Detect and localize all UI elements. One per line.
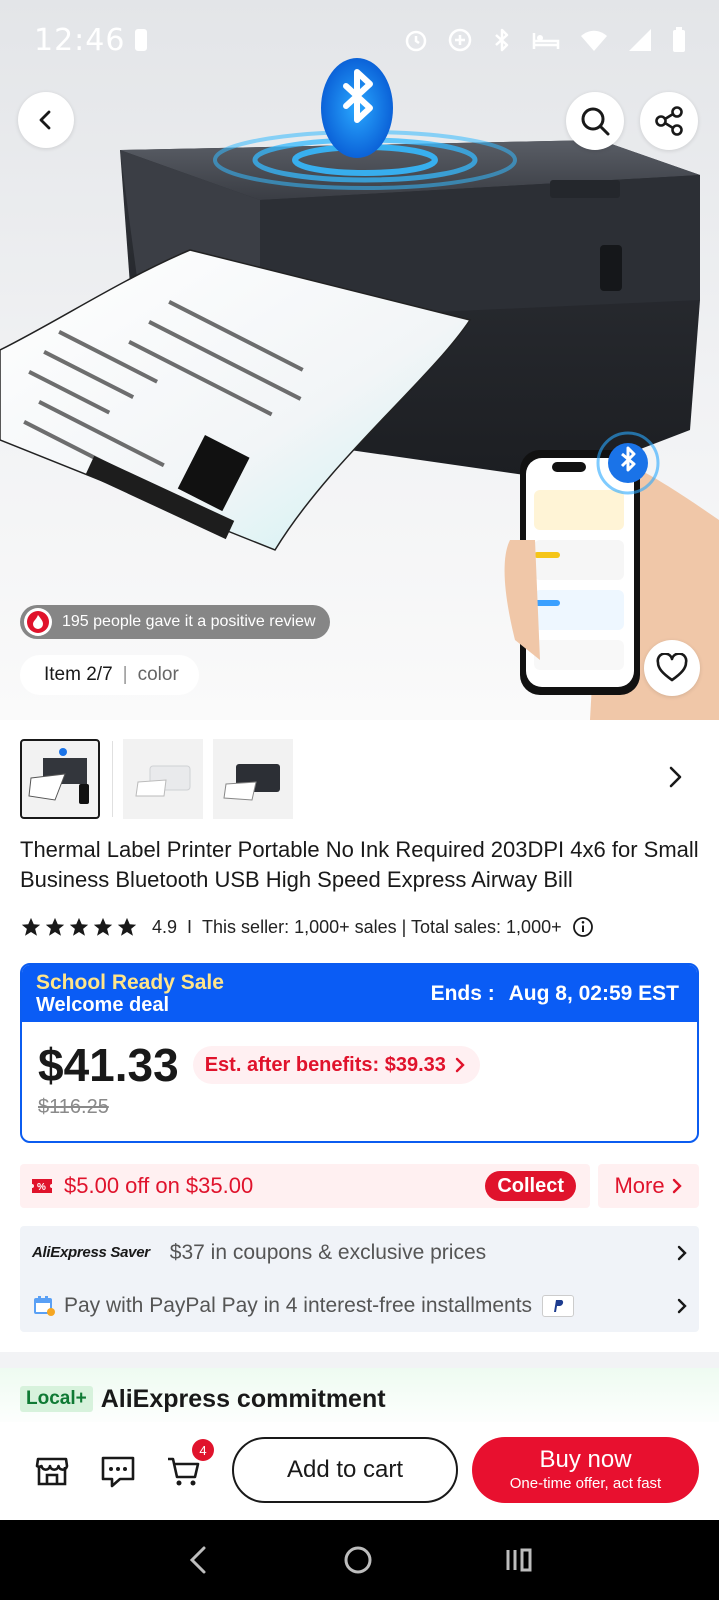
search-icon	[581, 107, 610, 136]
ends-label: Ends :	[430, 981, 495, 1005]
signal-icon	[629, 29, 651, 51]
chat-icon	[101, 1456, 135, 1488]
positive-review-banner: 195 people gave it a positive review	[20, 605, 330, 639]
coupon-row[interactable]: % $5.00 off on $35.00 Collect	[20, 1164, 590, 1208]
review-text: 195 people gave it a positive review	[62, 613, 316, 630]
coupon-icon: %	[32, 1179, 52, 1193]
section-divider	[0, 1352, 719, 1368]
local-plus-badge: Local+	[20, 1386, 93, 1412]
thumbnail-image	[28, 748, 89, 804]
buy-now-label: Buy now	[539, 1446, 632, 1473]
buy-now-sublabel: One-time offer, act fast	[509, 1475, 662, 1492]
rating-row[interactable]: 4.9 I This seller: 1,000+ sales | Total …	[20, 916, 594, 938]
add-to-cart-button[interactable]: Add to cart	[232, 1437, 458, 1503]
star-rating	[20, 916, 138, 938]
thumbnail-3[interactable]	[213, 739, 293, 819]
bluetooth-icon	[495, 28, 509, 52]
chevron-right-icon	[677, 1298, 687, 1313]
rating-value: 4.9	[152, 916, 178, 937]
est-text: Est. after benefits: $39.33	[204, 1053, 446, 1076]
chevron-right-icon	[672, 1178, 682, 1194]
fire-icon	[24, 608, 52, 636]
ends-value: Aug 8, 02:59 EST	[508, 981, 679, 1005]
sales-text: This seller: 1,000+ sales | Total sales:…	[202, 916, 562, 937]
sale-name: School Ready Sale	[36, 970, 224, 994]
share-button[interactable]	[640, 92, 698, 150]
product-title: Thermal Label Printer Portable No Ink Re…	[20, 837, 699, 892]
share-icon	[655, 106, 683, 136]
sleep-mode-icon	[532, 33, 560, 49]
status-icons	[403, 26, 687, 54]
message-button[interactable]	[98, 1451, 138, 1491]
chevron-right-icon	[677, 1245, 687, 1260]
heart-icon	[656, 653, 688, 682]
battery-icon	[673, 27, 685, 52]
wishlist-button[interactable]	[644, 640, 700, 696]
star-icon	[69, 917, 89, 936]
est-after-benefits-button[interactable]: Est. after benefits: $39.33	[192, 1046, 480, 1084]
promo-ends: Ends : Aug 8, 02:59 EST	[431, 982, 679, 1006]
collect-button[interactable]: Collect	[485, 1171, 576, 1201]
store-icon	[35, 1457, 69, 1486]
product-image-gallery[interactable]: 12:46 195 people gave it a positive revi…	[0, 0, 719, 720]
chevron-left-icon	[39, 110, 51, 130]
current-price: $41.33	[38, 1039, 179, 1091]
battery-saver-icon	[135, 29, 148, 51]
thumbnail-divider	[112, 741, 113, 817]
saver-text: $37 in coupons & exclusive prices	[169, 1240, 487, 1264]
commitment-section[interactable]: Local+ AliExpress commitment	[0, 1368, 719, 1430]
calendar-icon	[34, 1295, 55, 1316]
star-icon	[93, 917, 113, 936]
price-promo-card: School Ready Sale Welcome deal Ends : Au…	[20, 963, 699, 1143]
cart-button[interactable]: 4	[164, 1439, 214, 1491]
nav-home-icon[interactable]	[342, 1544, 374, 1576]
aliexpress-saver-logo: AliExpress Saver	[32, 1244, 150, 1261]
wifi-icon	[581, 30, 607, 51]
thumbnail-2[interactable]	[123, 739, 203, 819]
data-saver-icon	[448, 28, 472, 52]
system-nav-bar	[0, 1520, 719, 1600]
saver-row[interactable]: AliExpress Saver $37 in coupons & exclus…	[20, 1226, 699, 1279]
commitment-title: AliExpress commitment	[100, 1384, 386, 1413]
item-index: Item 2/7	[44, 664, 113, 685]
back-button[interactable]	[18, 92, 74, 148]
rating-separator: I	[187, 916, 193, 937]
thumbnail-strip	[20, 738, 700, 820]
coupon-text: $5.00 off on $35.00	[64, 1173, 254, 1198]
chevron-right-icon	[455, 1057, 465, 1073]
svg-text:%: %	[37, 1182, 46, 1193]
paypal-row[interactable]: Pay with PayPal Pay in 4 interest-free i…	[20, 1279, 699, 1332]
star-icon	[117, 917, 137, 936]
more-label: More	[614, 1173, 665, 1198]
benefits-box: AliExpress Saver $37 in coupons & exclus…	[20, 1226, 699, 1332]
promo-header: School Ready Sale Welcome deal Ends : Au…	[22, 965, 697, 1022]
status-bar: 12:46	[0, 0, 719, 80]
alarm-icon	[405, 30, 427, 52]
star-icon	[21, 917, 41, 936]
store-button[interactable]	[32, 1451, 72, 1491]
search-button[interactable]	[566, 92, 624, 150]
info-icon[interactable]	[572, 916, 594, 938]
thumbnail-1[interactable]	[20, 739, 100, 819]
paypal-icon	[542, 1294, 575, 1317]
star-icon	[45, 917, 65, 936]
more-coupons-button[interactable]: More	[598, 1164, 699, 1208]
deal-name: Welcome deal	[36, 993, 170, 1016]
item-variant: color	[137, 664, 179, 685]
cart-count-badge: 4	[192, 1439, 214, 1461]
paypal-text: Pay with PayPal Pay in 4 interest-free i…	[64, 1293, 533, 1317]
buy-now-button[interactable]: Buy now One-time offer, act fast	[472, 1437, 699, 1503]
nav-back-icon[interactable]	[184, 1544, 214, 1576]
nav-recents-icon[interactable]	[503, 1544, 535, 1576]
original-price: $116.25	[38, 1096, 109, 1118]
thumbnail-image	[135, 765, 191, 797]
thumbnail-image	[223, 764, 280, 801]
bottom-action-bar: 4 Add to cart Buy now One-time offer, ac…	[0, 1422, 719, 1520]
image-counter-pill[interactable]: Item 2/7 | color	[20, 655, 199, 695]
chevron-right-icon[interactable]	[664, 764, 686, 790]
status-time: 12:46	[34, 22, 126, 58]
